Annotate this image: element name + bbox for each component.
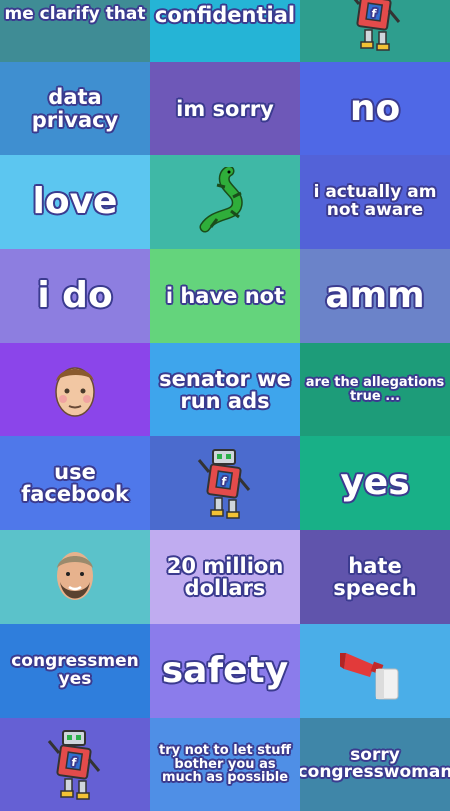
sound-tile-label: love xyxy=(33,183,118,221)
sound-tile[interactable]: yes xyxy=(300,436,450,530)
sound-tile[interactable]: senator we run ads xyxy=(150,343,300,437)
sound-tile-label: i do xyxy=(37,277,112,315)
sound-tile[interactable]: sorry congresswoman xyxy=(300,718,450,811)
sound-tile-label: congressmen yes xyxy=(4,653,146,689)
sound-tile[interactable]: congressmen yes xyxy=(0,624,150,718)
sound-tile-horn[interactable] xyxy=(300,624,450,718)
sound-tile[interactable]: confidential xyxy=(150,0,300,62)
sound-tile-label: me clarify that xyxy=(5,6,146,24)
sound-tile-label: no xyxy=(350,90,400,128)
sound-tile-lizard[interactable] xyxy=(150,155,300,249)
sound-tile-face[interactable] xyxy=(0,343,150,437)
sound-tile[interactable]: hate speech xyxy=(300,530,450,624)
sound-tile-label: 20 million dollars xyxy=(154,555,296,599)
sound-tile-label: data privacy xyxy=(4,86,146,130)
sound-tile[interactable]: no xyxy=(300,62,450,156)
sound-tile-label: i have not xyxy=(166,285,284,307)
sound-tile-label: use facebook xyxy=(4,461,146,505)
sound-tile[interactable]: use facebook xyxy=(0,436,150,530)
sound-tile[interactable]: safety xyxy=(150,624,300,718)
sound-tile-label: hate speech xyxy=(304,555,446,599)
robot-icon: f xyxy=(345,0,405,52)
sound-tile-label: try not to let stuff bother you as much … xyxy=(154,744,296,785)
robot-icon: f xyxy=(45,727,105,801)
sound-tile-label: are the allegations true ... xyxy=(304,376,446,403)
sound-tile[interactable]: i have not xyxy=(150,249,300,343)
sound-tile-robot[interactable]: f xyxy=(300,0,450,62)
face-icon xyxy=(48,359,102,421)
sound-tile-label: senator we run ads xyxy=(154,368,296,412)
sound-tile-label: yes xyxy=(340,464,409,502)
sound-tile-label: amm xyxy=(325,277,424,315)
sound-tile[interactable]: amm xyxy=(300,249,450,343)
sound-tile-label: sorry congresswoman xyxy=(300,747,450,783)
sound-tile-robot[interactable]: f xyxy=(0,718,150,811)
sound-tile-label: im sorry xyxy=(176,98,274,120)
sound-tile-robot[interactable]: f xyxy=(150,436,300,530)
sound-tile-man-face[interactable] xyxy=(0,530,150,624)
sound-tile[interactable]: i do xyxy=(0,249,150,343)
sound-tile-label: i actually am not aware xyxy=(304,184,446,220)
sound-tile[interactable]: are the allegations true ... xyxy=(300,343,450,437)
robot-icon: f xyxy=(195,446,255,520)
sound-tile[interactable]: me clarify that xyxy=(0,0,150,62)
horn-icon xyxy=(340,639,410,703)
sound-tile-label: safety xyxy=(162,652,288,690)
sound-tile[interactable]: love xyxy=(0,155,150,249)
sound-tile[interactable]: data privacy xyxy=(0,62,150,156)
sound-tile[interactable]: 20 million dollars xyxy=(150,530,300,624)
sound-tile[interactable]: im sorry xyxy=(150,62,300,156)
sound-tile[interactable]: try not to let stuff bother you as much … xyxy=(150,718,300,811)
lizard-icon xyxy=(195,167,255,237)
soundboard-grid: me clarify that confidential f data priva… xyxy=(0,0,450,811)
man-face-icon xyxy=(50,548,100,606)
sound-tile[interactable]: i actually am not aware xyxy=(300,155,450,249)
sound-tile-label: confidential xyxy=(155,4,295,26)
